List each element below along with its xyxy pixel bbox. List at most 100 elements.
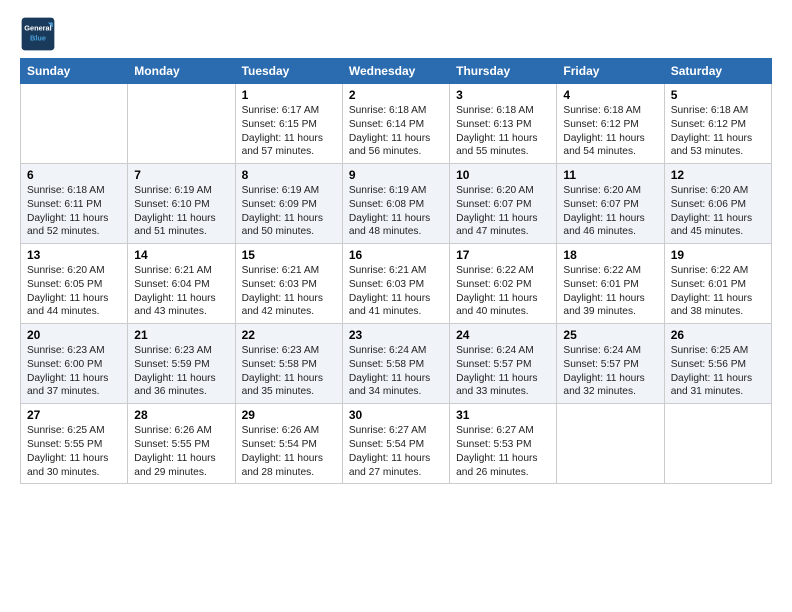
weekday-header-friday: Friday (557, 59, 664, 84)
day-cell: 13 Sunrise: 6:20 AMSunset: 6:05 PMDayligh… (21, 244, 128, 324)
weekday-header-row: SundayMondayTuesdayWednesdayThursdayFrid… (21, 59, 772, 84)
day-number: 5 (671, 88, 765, 102)
day-cell: 28 Sunrise: 6:26 AMSunset: 5:55 PMDayligh… (128, 404, 235, 484)
day-detail: Sunrise: 6:24 AMSunset: 5:57 PMDaylight:… (563, 344, 657, 399)
day-cell: 24Sunrise: 6:24 AMSunset: 5:57 PMDayligh… (450, 324, 557, 404)
day-detail: Sunrise: 6:25 AMSunset: 5:55 PMDaylight:… (27, 424, 121, 479)
day-cell: 19 Sunrise: 6:22 AMSunset: 6:01 PMDayligh… (664, 244, 771, 324)
day-cell: 15 Sunrise: 6:21 AMSunset: 6:03 PMDayligh… (235, 244, 342, 324)
day-cell: 14 Sunrise: 6:21 AMSunset: 6:04 PMDayligh… (128, 244, 235, 324)
svg-text:Blue: Blue (30, 34, 46, 43)
day-detail: Sunrise: 6:22 AMSunset: 6:01 PMDaylight:… (563, 264, 657, 319)
day-cell: 29Sunrise: 6:26 AMSunset: 5:54 PMDayligh… (235, 404, 342, 484)
day-number: 2 (349, 88, 443, 102)
day-cell: 21 Sunrise: 6:23 AMSunset: 5:59 PMDayligh… (128, 324, 235, 404)
day-cell: 16Sunrise: 6:21 AMSunset: 6:03 PMDayligh… (342, 244, 449, 324)
day-cell: 8Sunrise: 6:19 AMSunset: 6:09 PMDaylight… (235, 164, 342, 244)
day-detail: Sunrise: 6:19 AMSunset: 6:10 PMDaylight:… (134, 184, 228, 239)
day-number: 1 (242, 88, 336, 102)
day-detail: Sunrise: 6:20 AMSunset: 6:07 PMDaylight:… (563, 184, 657, 239)
day-number: 7 (134, 168, 228, 182)
day-number: 27 (27, 408, 121, 422)
day-cell (664, 404, 771, 484)
day-number: 11 (563, 168, 657, 182)
day-cell (128, 84, 235, 164)
day-cell: 1 Sunrise: 6:17 AMSunset: 6:15 PMDaylight… (235, 84, 342, 164)
day-number: 23 (349, 328, 443, 342)
day-detail: Sunrise: 6:21 AMSunset: 6:04 PMDaylight:… (134, 264, 228, 319)
day-detail: Sunrise: 6:27 AMSunset: 5:54 PMDaylight:… (349, 424, 443, 479)
week-row-4: 20Sunrise: 6:23 AMSunset: 6:00 PMDayligh… (21, 324, 772, 404)
day-detail: Sunrise: 6:23 AMSunset: 5:58 PMDaylight:… (242, 344, 336, 399)
day-number: 26 (671, 328, 765, 342)
day-number: 24 (456, 328, 550, 342)
weekday-header-tuesday: Tuesday (235, 59, 342, 84)
day-detail: Sunrise: 6:17 AMSunset: 6:15 PMDaylight:… (242, 104, 336, 159)
day-cell: 25 Sunrise: 6:24 AMSunset: 5:57 PMDayligh… (557, 324, 664, 404)
weekday-header-monday: Monday (128, 59, 235, 84)
weekday-header-thursday: Thursday (450, 59, 557, 84)
day-number: 30 (349, 408, 443, 422)
day-number: 22 (242, 328, 336, 342)
day-cell: 5 Sunrise: 6:18 AMSunset: 6:12 PMDaylight… (664, 84, 771, 164)
day-number: 13 (27, 248, 121, 262)
day-detail: Sunrise: 6:18 AMSunset: 6:12 PMDaylight:… (563, 104, 657, 159)
day-cell: 2Sunrise: 6:18 AMSunset: 6:14 PMDaylight… (342, 84, 449, 164)
svg-text:General: General (24, 24, 51, 33)
day-number: 10 (456, 168, 550, 182)
weekday-header-sunday: Sunday (21, 59, 128, 84)
day-detail: Sunrise: 6:23 AMSunset: 5:59 PMDaylight:… (134, 344, 228, 399)
day-detail: Sunrise: 6:18 AMSunset: 6:12 PMDaylight:… (671, 104, 765, 159)
day-number: 21 (134, 328, 228, 342)
day-cell: 23 Sunrise: 6:24 AMSunset: 5:58 PMDayligh… (342, 324, 449, 404)
week-row-5: 27 Sunrise: 6:25 AMSunset: 5:55 PMDayligh… (21, 404, 772, 484)
day-cell: 12Sunrise: 6:20 AMSunset: 6:06 PMDayligh… (664, 164, 771, 244)
header: General Blue (20, 16, 772, 52)
day-number: 20 (27, 328, 121, 342)
day-cell: 26Sunrise: 6:25 AMSunset: 5:56 PMDayligh… (664, 324, 771, 404)
day-number: 25 (563, 328, 657, 342)
day-cell: 20Sunrise: 6:23 AMSunset: 6:00 PMDayligh… (21, 324, 128, 404)
day-detail: Sunrise: 6:24 AMSunset: 5:58 PMDaylight:… (349, 344, 443, 399)
day-cell: 7 Sunrise: 6:19 AMSunset: 6:10 PMDaylight… (128, 164, 235, 244)
day-number: 16 (349, 248, 443, 262)
day-number: 28 (134, 408, 228, 422)
page: General Blue SundayMondayTuesdayWednesda… (0, 0, 792, 612)
weekday-header-saturday: Saturday (664, 59, 771, 84)
day-number: 19 (671, 248, 765, 262)
day-number: 31 (456, 408, 550, 422)
day-detail: Sunrise: 6:26 AMSunset: 5:55 PMDaylight:… (134, 424, 228, 479)
day-number: 4 (563, 88, 657, 102)
day-detail: Sunrise: 6:20 AMSunset: 6:07 PMDaylight:… (456, 184, 550, 239)
day-detail: Sunrise: 6:21 AMSunset: 6:03 PMDaylight:… (242, 264, 336, 319)
day-cell: 18 Sunrise: 6:22 AMSunset: 6:01 PMDayligh… (557, 244, 664, 324)
calendar-table: SundayMondayTuesdayWednesdayThursdayFrid… (20, 58, 772, 484)
day-detail: Sunrise: 6:18 AMSunset: 6:13 PMDaylight:… (456, 104, 550, 159)
day-cell: 11 Sunrise: 6:20 AMSunset: 6:07 PMDayligh… (557, 164, 664, 244)
day-cell: 30 Sunrise: 6:27 AMSunset: 5:54 PMDayligh… (342, 404, 449, 484)
day-detail: Sunrise: 6:22 AMSunset: 6:01 PMDaylight:… (671, 264, 765, 319)
day-cell: 9Sunrise: 6:19 AMSunset: 6:08 PMDaylight… (342, 164, 449, 244)
day-cell: 3 Sunrise: 6:18 AMSunset: 6:13 PMDaylight… (450, 84, 557, 164)
day-detail: Sunrise: 6:19 AMSunset: 6:08 PMDaylight:… (349, 184, 443, 239)
day-number: 15 (242, 248, 336, 262)
day-number: 18 (563, 248, 657, 262)
week-row-2: 6 Sunrise: 6:18 AMSunset: 6:11 PMDaylight… (21, 164, 772, 244)
day-cell: 17 Sunrise: 6:22 AMSunset: 6:02 PMDayligh… (450, 244, 557, 324)
day-detail: Sunrise: 6:19 AMSunset: 6:09 PMDaylight:… (242, 184, 336, 239)
day-detail: Sunrise: 6:22 AMSunset: 6:02 PMDaylight:… (456, 264, 550, 319)
day-detail: Sunrise: 6:26 AMSunset: 5:54 PMDaylight:… (242, 424, 336, 479)
day-number: 3 (456, 88, 550, 102)
day-detail: Sunrise: 6:18 AMSunset: 6:11 PMDaylight:… (27, 184, 121, 239)
day-cell: 27 Sunrise: 6:25 AMSunset: 5:55 PMDayligh… (21, 404, 128, 484)
day-number: 6 (27, 168, 121, 182)
day-cell (557, 404, 664, 484)
day-cell: 22 Sunrise: 6:23 AMSunset: 5:58 PMDayligh… (235, 324, 342, 404)
day-cell: 31 Sunrise: 6:27 AMSunset: 5:53 PMDayligh… (450, 404, 557, 484)
day-detail: Sunrise: 6:27 AMSunset: 5:53 PMDaylight:… (456, 424, 550, 479)
day-number: 14 (134, 248, 228, 262)
week-row-3: 13 Sunrise: 6:20 AMSunset: 6:05 PMDayligh… (21, 244, 772, 324)
day-detail: Sunrise: 6:20 AMSunset: 6:05 PMDaylight:… (27, 264, 121, 319)
day-number: 17 (456, 248, 550, 262)
day-cell: 6 Sunrise: 6:18 AMSunset: 6:11 PMDaylight… (21, 164, 128, 244)
